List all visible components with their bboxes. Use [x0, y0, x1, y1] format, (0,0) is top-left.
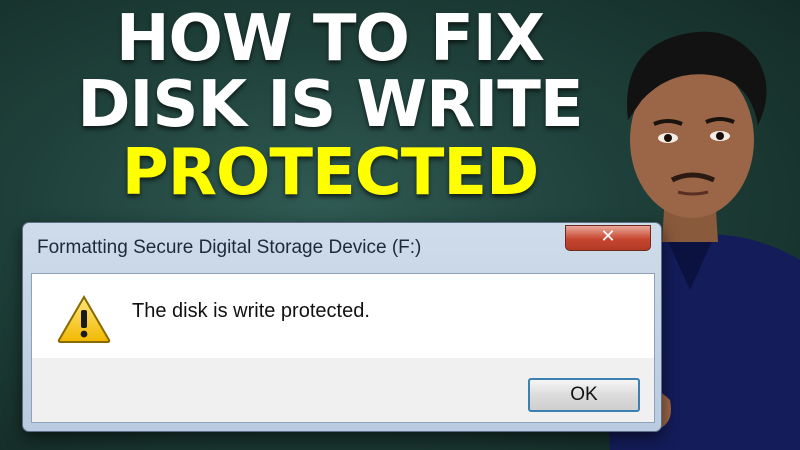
headline-line-2: DISK IS WRITE — [77, 68, 583, 142]
error-dialog: Formatting Secure Digital Storage Device… — [22, 222, 662, 432]
warning-icon — [57, 295, 111, 343]
headline-line-3: PROTECTED — [121, 136, 539, 210]
close-button[interactable]: ✕ — [565, 225, 651, 251]
thumbnail: { "headline": { "line1": "HOW TO FIX", "… — [0, 0, 800, 450]
dialog-title: Formatting Secure Digital Storage Device… — [37, 237, 422, 258]
dialog-body: The disk is write protected. OK — [31, 273, 655, 423]
message-area: The disk is write protected. — [32, 274, 654, 358]
error-message: The disk is write protected. — [132, 300, 370, 322]
ok-button[interactable]: OK — [528, 378, 640, 412]
headline-line-1: HOW TO FIX — [115, 2, 545, 76]
